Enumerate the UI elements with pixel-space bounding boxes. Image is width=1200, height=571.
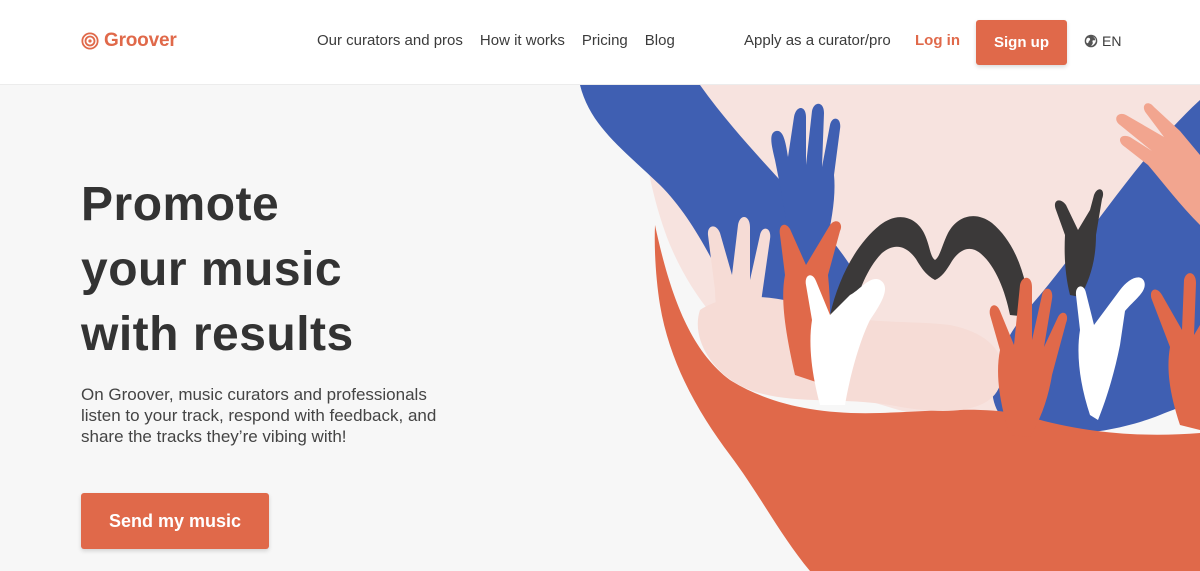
apply-curator-link[interactable]: Apply as a curator/pro: [744, 32, 891, 49]
brand-logo[interactable]: Groover: [81, 30, 177, 52]
nav-how-it-works-link[interactable]: How it works: [480, 32, 565, 49]
language-selector[interactable]: EN: [1084, 33, 1121, 49]
brand-name: Groover: [104, 30, 177, 51]
login-link[interactable]: Log in: [915, 32, 960, 49]
groover-logo-icon: [81, 32, 99, 50]
hero-title-line-3: with results: [81, 308, 354, 361]
hero-description: On Groover, music curators and professio…: [81, 385, 437, 446]
nav-pricing-link[interactable]: Pricing: [582, 32, 628, 49]
signup-button[interactable]: Sign up: [976, 20, 1067, 65]
nav-blog-link[interactable]: Blog: [645, 32, 675, 49]
language-label: EN: [1102, 33, 1122, 49]
site-header: Groover Our curators and pros How it wor…: [0, 0, 1200, 85]
main-nav: Our curators and pros How it works Prici…: [317, 32, 675, 49]
hero-illustration: [580, 85, 1200, 571]
nav-curators-link[interactable]: Our curators and pros: [317, 32, 463, 49]
hero-title-line-1: Promote: [81, 178, 280, 231]
send-my-music-button[interactable]: Send my music: [81, 493, 269, 549]
hero-title: Promote your music with results: [81, 172, 501, 367]
hero-title-line-2: your music: [81, 243, 343, 296]
globe-icon: [1084, 34, 1098, 48]
